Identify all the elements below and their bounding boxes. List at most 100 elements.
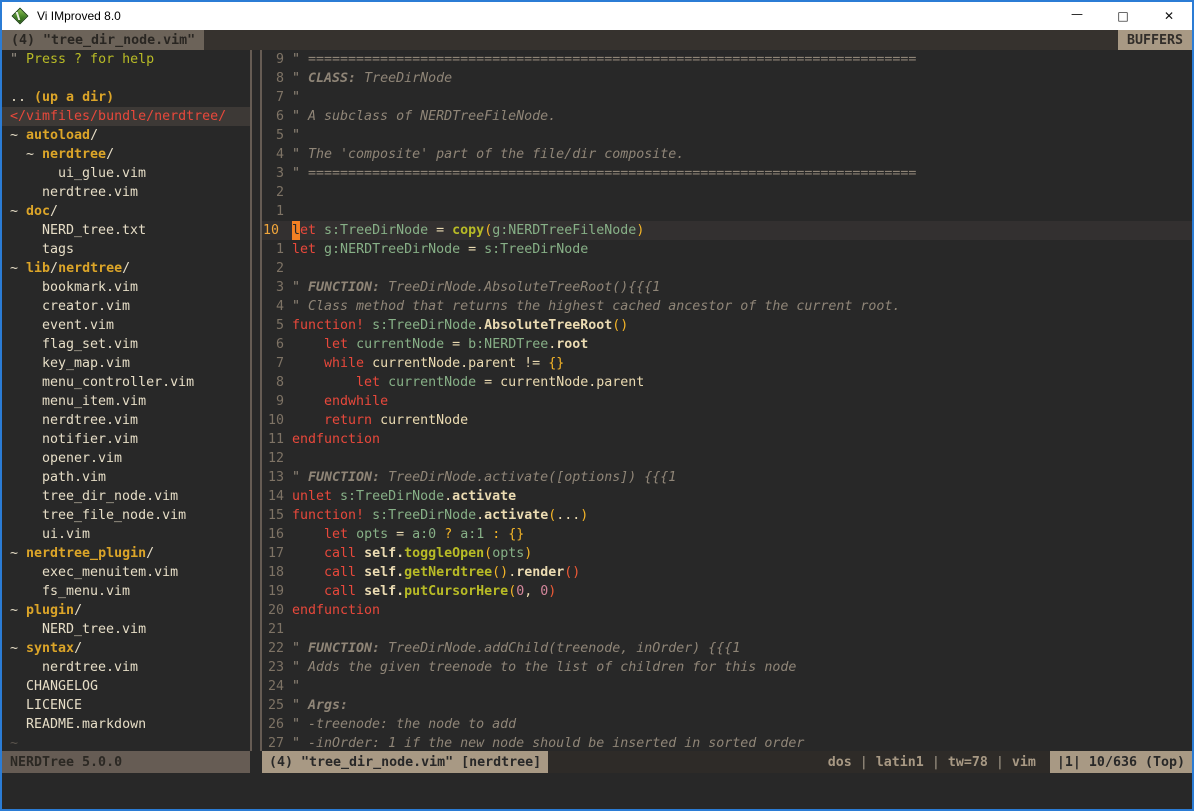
tree-item[interactable]: ui.vim	[2, 525, 250, 544]
tree-item[interactable]: NERD_tree.vim	[2, 620, 250, 639]
line-number: 2	[262, 183, 292, 202]
tree-item[interactable]: ~ syntax/	[2, 639, 250, 658]
code-line[interactable]: 9 endwhile	[262, 392, 1192, 411]
code-line[interactable]: 6 let currentNode = b:NERDTree.root	[262, 335, 1192, 354]
tree-item[interactable]: flag_set.vim	[2, 335, 250, 354]
code-line[interactable]: 1let g:NERDTreeDirNode = s:TreeDirNode	[262, 240, 1192, 259]
tree-item[interactable]: bookmark.vim	[2, 278, 250, 297]
code-line[interactable]: 2	[262, 183, 1192, 202]
tree-item[interactable]: .. (up a dir)	[2, 88, 250, 107]
code-line[interactable]: 5"	[262, 126, 1192, 145]
tree-item[interactable]: key_map.vim	[2, 354, 250, 373]
tree-item[interactable]: exec_menuitem.vim	[2, 563, 250, 582]
window-split-handle[interactable]	[250, 50, 262, 751]
code-line-current[interactable]: 10let s:TreeDirNode = copy(g:NERDTreeFil…	[262, 221, 1192, 240]
line-number: 14	[262, 487, 292, 506]
status-filename: (4) "tree_dir_node.vim" [nerdtree]	[262, 751, 548, 773]
tree-item[interactable]: menu_item.vim	[2, 392, 250, 411]
line-number: 2	[262, 259, 292, 278]
nerdtree-status: NERDTree 5.0.0	[2, 751, 250, 773]
code-line[interactable]: 23" Adds the given treenode to the list …	[262, 658, 1192, 677]
tab-tree-dir-node[interactable]: (4) "tree_dir_node.vim"	[2, 30, 204, 50]
tree-item[interactable]: notifier.vim	[2, 430, 250, 449]
tree-item[interactable]: creator.vim	[2, 297, 250, 316]
code-line[interactable]: 8 let currentNode = currentNode.parent	[262, 373, 1192, 392]
vim-icon	[11, 7, 29, 25]
tree-item[interactable]: ~ nerdtree/	[2, 145, 250, 164]
code-line[interactable]: 16 let opts = a:0 ? a:1 : {}	[262, 525, 1192, 544]
tree-item[interactable]: opener.vim	[2, 449, 250, 468]
tree-item[interactable]: ui_glue.vim	[2, 164, 250, 183]
tree-item[interactable]: event.vim	[2, 316, 250, 335]
line-number: 10	[262, 411, 292, 430]
close-button[interactable]: ✕	[1146, 2, 1192, 30]
tree-item[interactable]: tree_file_node.vim	[2, 506, 250, 525]
code-line[interactable]: 6" A subclass of NERDTreeFileNode.	[262, 107, 1192, 126]
code-line[interactable]: 24"	[262, 677, 1192, 696]
code-line[interactable]: 26" -treenode: the node to add	[262, 715, 1192, 734]
line-number: 5	[262, 316, 292, 335]
tree-item[interactable]: ~ plugin/	[2, 601, 250, 620]
buffers-label: BUFFERS	[1118, 30, 1192, 50]
code-line[interactable]: 17 call self.toggleOpen(opts)	[262, 544, 1192, 563]
tree-item[interactable]: README.markdown	[2, 715, 250, 734]
tree-item[interactable]: nerdtree.vim	[2, 658, 250, 677]
code-line[interactable]: 25" Args:	[262, 696, 1192, 715]
code-line[interactable]: 5function! s:TreeDirNode.AbsoluteTreeRoo…	[262, 316, 1192, 335]
tree-item[interactable]: " Press ? for help	[2, 50, 250, 69]
line-number: 25	[262, 696, 292, 715]
tree-item[interactable]: nerdtree.vim	[2, 183, 250, 202]
tree-item	[2, 69, 250, 88]
title-bar[interactable]: Vi IMproved 8.0 — □ ✕	[2, 2, 1192, 30]
line-number: 4	[262, 297, 292, 316]
line-number: 9	[262, 392, 292, 411]
tree-item[interactable]: tree_dir_node.vim	[2, 487, 250, 506]
tree-item[interactable]: ~	[2, 734, 250, 751]
tree-item[interactable]: ~ autoload/	[2, 126, 250, 145]
tree-item[interactable]: ~ lib/nerdtree/	[2, 259, 250, 278]
tree-item[interactable]: LICENCE	[2, 696, 250, 715]
tree-item[interactable]: menu_controller.vim	[2, 373, 250, 392]
code-line[interactable]: 18 call self.getNerdtree().render()	[262, 563, 1192, 582]
code-line[interactable]: 20endfunction	[262, 601, 1192, 620]
tree-item[interactable]: fs_menu.vim	[2, 582, 250, 601]
code-line[interactable]: 11endfunction	[262, 430, 1192, 449]
code-line[interactable]: 8" CLASS: TreeDirNode	[262, 69, 1192, 88]
status-options: dos | latin1 | tw=78 | vim	[828, 751, 1036, 773]
command-line[interactable]	[2, 773, 1192, 809]
code-line[interactable]: 7"	[262, 88, 1192, 107]
code-line[interactable]: 14unlet s:TreeDirNode.activate	[262, 487, 1192, 506]
code-line[interactable]: 4" Class method that returns the highest…	[262, 297, 1192, 316]
window-controls: — □ ✕	[1054, 2, 1192, 30]
tree-item[interactable]: ~ doc/	[2, 202, 250, 221]
tree-item[interactable]: tags	[2, 240, 250, 259]
code-line[interactable]: 9" =====================================…	[262, 50, 1192, 69]
code-line[interactable]: 15function! s:TreeDirNode.activate(...)	[262, 506, 1192, 525]
code-line[interactable]: 13" FUNCTION: TreeDirNode.activate([opti…	[262, 468, 1192, 487]
tree-item[interactable]: nerdtree.vim	[2, 411, 250, 430]
line-number: 5	[262, 126, 292, 145]
code-line[interactable]: 3" =====================================…	[262, 164, 1192, 183]
code-line[interactable]: 4" The 'composite' part of the file/dir …	[262, 145, 1192, 164]
maximize-button[interactable]: □	[1100, 2, 1146, 30]
code-line[interactable]: 3" FUNCTION: TreeDirNode.AbsoluteTreeRoo…	[262, 278, 1192, 297]
code-line[interactable]: 10 return currentNode	[262, 411, 1192, 430]
tree-item[interactable]: CHANGELOG	[2, 677, 250, 696]
code-line[interactable]: 12	[262, 449, 1192, 468]
code-line[interactable]: 19 call self.putCursorHere(0, 0)	[262, 582, 1192, 601]
tree-root-item[interactable]: </vimfiles/bundle/nerdtree/	[2, 107, 250, 126]
tree-item[interactable]: ~ nerdtree_plugin/	[2, 544, 250, 563]
tree-item[interactable]: path.vim	[2, 468, 250, 487]
code-line[interactable]: 27" -inOrder: 1 if the new node should b…	[262, 734, 1192, 751]
code-line[interactable]: 21	[262, 620, 1192, 639]
minimize-button[interactable]: —	[1054, 2, 1100, 30]
line-number: 6	[262, 107, 292, 126]
code-line[interactable]: 22" FUNCTION: TreeDirNode.addChild(treen…	[262, 639, 1192, 658]
code-line[interactable]: 7 while currentNode.parent != {}	[262, 354, 1192, 373]
editor-pane[interactable]: 9" =====================================…	[262, 50, 1192, 751]
code-line[interactable]: 1	[262, 202, 1192, 221]
maximize-icon: □	[1117, 9, 1128, 23]
code-line[interactable]: 2	[262, 259, 1192, 278]
line-number: 22	[262, 639, 292, 658]
tree-item[interactable]: NERD_tree.txt	[2, 221, 250, 240]
